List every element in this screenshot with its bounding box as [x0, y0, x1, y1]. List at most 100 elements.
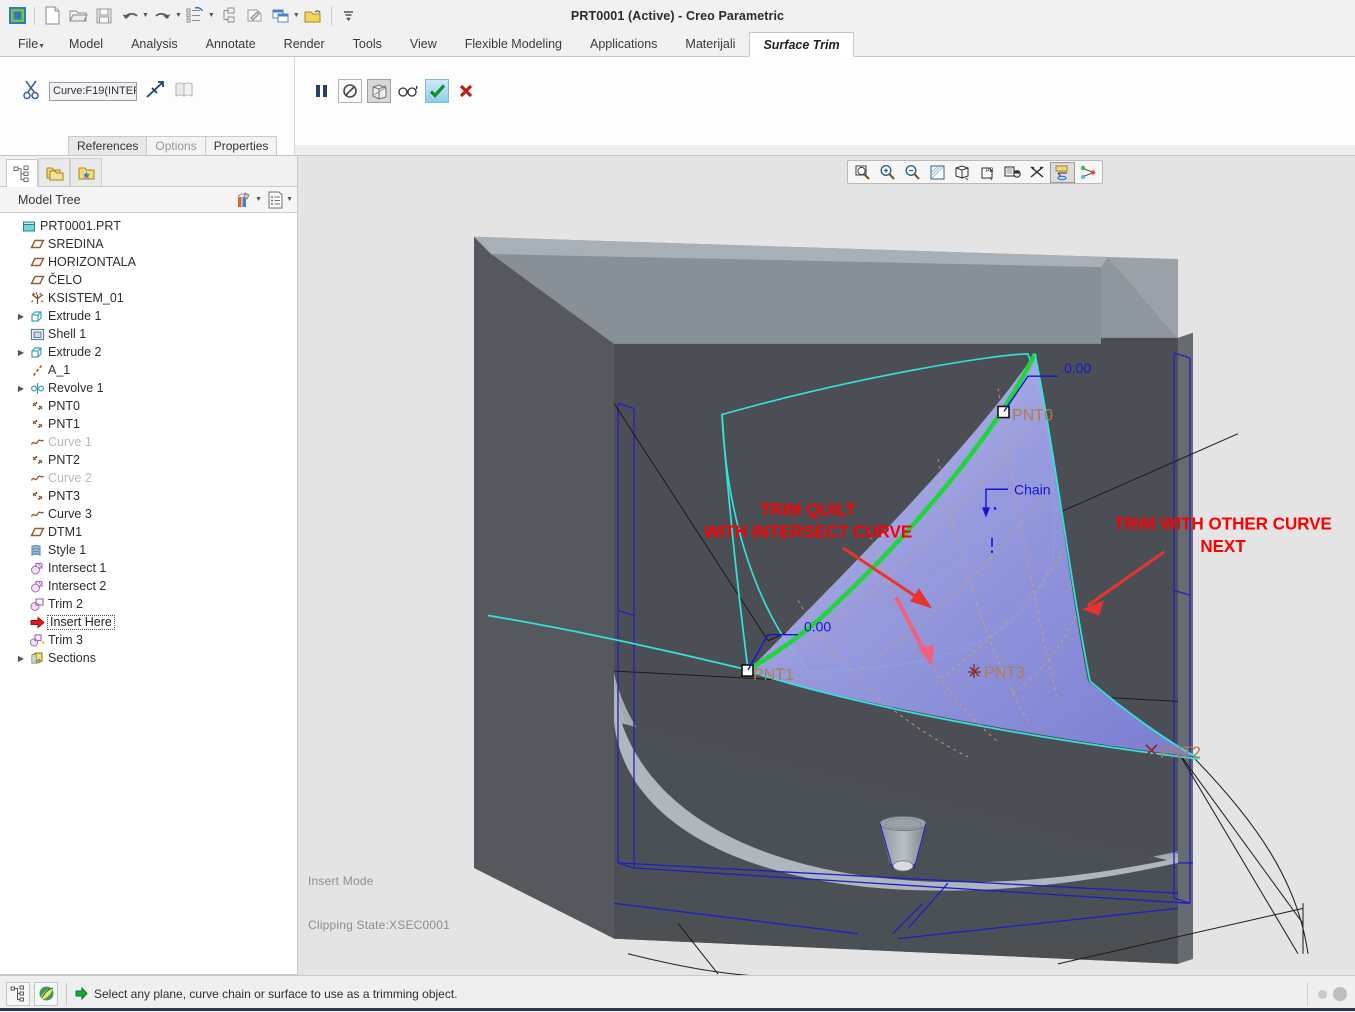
- tree-filter-icon[interactable]: [231, 189, 257, 211]
- refit-icon[interactable]: [925, 162, 950, 183]
- expand-arrow-icon[interactable]: ▶: [14, 654, 28, 663]
- subtab-properties[interactable]: Properties: [204, 136, 278, 155]
- model-tree-tab[interactable]: [6, 159, 38, 187]
- tree-item-label: PNT0: [48, 399, 80, 413]
- window-dropdown-icon[interactable]: ▼: [293, 12, 300, 19]
- undo-icon[interactable]: [118, 3, 142, 28]
- expand-arrow-icon[interactable]: ▶: [14, 312, 28, 321]
- tree-item-intersect-2[interactable]: Intersect 2: [0, 577, 297, 595]
- quick-access-toolbar: ▼ ▼ ▼ ▼: [0, 3, 361, 28]
- subtab-options[interactable]: Options: [146, 136, 206, 155]
- tree-item-insert-here[interactable]: Insert Here: [0, 613, 297, 631]
- saved-views-icon[interactable]: [1000, 162, 1025, 183]
- repaint-icon[interactable]: [243, 3, 267, 28]
- cancel-button[interactable]: [454, 79, 478, 103]
- tree-columns-dropdown-icon[interactable]: ▼: [286, 196, 293, 203]
- graphics-viewport[interactable]: AB Insert Mode Clipping State:XSEC0001 0…: [298, 156, 1355, 975]
- regenerate-dropdown-icon[interactable]: ▼: [208, 12, 215, 19]
- tree-item-curve-1[interactable]: Curve 1: [0, 433, 297, 451]
- tree-item-horizontala[interactable]: HORIZONTALA: [0, 253, 297, 271]
- zoom-in-icon[interactable]: [875, 162, 900, 183]
- tree-item-prt0001-prt[interactable]: PRT0001.PRT: [0, 217, 297, 235]
- app-logo-icon[interactable]: [5, 3, 29, 28]
- 3d-model-scene[interactable]: 0.00 PNT0 0.00 PNT1 PNT2 PNT3 Chain TRIM…: [298, 156, 1355, 975]
- zoom-out-icon[interactable]: [900, 162, 925, 183]
- regenerate-icon[interactable]: [184, 3, 208, 28]
- tree-item-ksistem-01[interactable]: KSISTEM_01: [0, 289, 297, 307]
- save-icon[interactable]: [92, 3, 116, 28]
- spin-center-icon[interactable]: [1075, 162, 1100, 183]
- folder-browser-tab[interactable]: [38, 158, 70, 186]
- tree-item-a-1[interactable]: A_1: [0, 361, 297, 379]
- tree-item-curve-3[interactable]: Curve 3: [0, 505, 297, 523]
- tree-item-extrude-1[interactable]: ▶ Extrude 1: [0, 307, 297, 325]
- tree-item-shell-1[interactable]: Shell 1: [0, 325, 297, 343]
- tree-item-pnt3[interactable]: PNT3: [0, 487, 297, 505]
- geometry-icon[interactable]: [34, 981, 58, 1006]
- open-folder-icon[interactable]: [302, 3, 326, 28]
- tree-item-intersect-1[interactable]: Intersect 1: [0, 559, 297, 577]
- tree-item-label: Shell 1: [48, 327, 87, 341]
- customize-qat-icon[interactable]: [337, 3, 361, 28]
- open-icon[interactable]: [66, 3, 90, 28]
- subtab-references[interactable]: References: [68, 136, 148, 155]
- resume-button[interactable]: [338, 79, 362, 103]
- ribbon-tab-surface-trim[interactable]: Surface Trim: [749, 32, 854, 57]
- regenerate-options-icon[interactable]: [217, 3, 241, 28]
- ribbon-tab-file[interactable]: File ▼: [6, 31, 56, 56]
- ribbon-tab-render[interactable]: Render: [269, 31, 339, 56]
- ribbon-tab-tools[interactable]: Tools: [338, 31, 396, 56]
- zoom-box-icon[interactable]: [850, 162, 875, 183]
- tree-item-label: Curve 1: [48, 435, 92, 449]
- tree-item-elo[interactable]: ČELO: [0, 271, 297, 289]
- tree-item-trim-2[interactable]: Trim 2: [0, 595, 297, 613]
- new-icon[interactable]: [40, 3, 64, 28]
- ribbon-tab-model[interactable]: Model: [55, 31, 118, 56]
- favorites-tab[interactable]: [70, 158, 102, 186]
- datum-plane-icon: [28, 273, 46, 288]
- preview-button[interactable]: [396, 79, 420, 103]
- ribbon-tab-annotate[interactable]: Annotate: [191, 31, 270, 56]
- layer-display-icon[interactable]: [1050, 161, 1075, 183]
- tree-item-extrude-2[interactable]: ▶ Extrude 2: [0, 343, 297, 361]
- window-icon[interactable]: [269, 3, 293, 28]
- tree-item-style-1[interactable]: Style 1: [0, 541, 297, 559]
- tree-item-dtm1[interactable]: DTM1: [0, 523, 297, 541]
- preview-geometry-button[interactable]: [367, 79, 391, 103]
- tree-item-pnt0[interactable]: PNT0: [0, 397, 297, 415]
- model-tree-list[interactable]: PRT0001.PRT SREDINA HORIZONTALA ČELO KSISTEM…: [0, 213, 297, 975]
- display-style-icon[interactable]: [950, 162, 975, 183]
- undo-dropdown-icon[interactable]: ▼: [142, 12, 149, 19]
- ribbon-tab-view[interactable]: View: [395, 31, 451, 56]
- main-area: Model Tree ▼ ▼ PRT0001.PRT SREDINA HORIZ…: [0, 156, 1355, 975]
- tree-item-curve-2[interactable]: Curve 2: [0, 469, 297, 487]
- tree-item-label: Trim 2: [48, 597, 83, 611]
- ribbon-tab-applications[interactable]: Applications: [576, 31, 672, 56]
- tree-item-revolve-1[interactable]: ▶ Revolve 1: [0, 379, 297, 397]
- redo-icon[interactable]: [151, 3, 175, 28]
- ribbon-tab-bar: File ▼ Model Analysis Annotate Render To…: [0, 31, 1355, 57]
- part-icon: [20, 219, 38, 234]
- tree-item-label: Trim 3: [48, 633, 83, 647]
- tree-item-sredina[interactable]: SREDINA: [0, 235, 297, 253]
- tree-item-pnt2[interactable]: PNT2: [0, 451, 297, 469]
- tree-columns-icon[interactable]: [262, 189, 288, 211]
- expand-arrow-icon[interactable]: ▶: [14, 384, 28, 393]
- annotation-display-icon[interactable]: [1025, 162, 1050, 183]
- tree-filter-dropdown-icon[interactable]: ▼: [255, 196, 262, 203]
- ribbon-tab-flexible-modeling[interactable]: Flexible Modeling: [450, 31, 577, 56]
- ribbon-tab-materijali[interactable]: Materijali: [671, 31, 750, 56]
- flip-direction-icon[interactable]: [144, 79, 166, 104]
- tree-item-pnt1[interactable]: PNT1: [0, 415, 297, 433]
- dim-label-pnt0: 0.00: [1064, 360, 1091, 376]
- expand-arrow-icon[interactable]: ▶: [14, 348, 28, 357]
- pause-button[interactable]: [309, 79, 333, 103]
- trimming-object-field[interactable]: Curve:F19(INTERS: [49, 82, 137, 101]
- ribbon-tab-analysis[interactable]: Analysis: [117, 31, 192, 56]
- datum-display-icon[interactable]: AB: [975, 162, 1000, 183]
- tree-item-trim-3[interactable]: Trim 3: [0, 631, 297, 649]
- selection-filter-icon[interactable]: [6, 981, 30, 1006]
- accept-button[interactable]: [425, 79, 449, 103]
- redo-dropdown-icon[interactable]: ▼: [175, 12, 182, 19]
- tree-item-sections[interactable]: ▶ Sections: [0, 649, 297, 667]
